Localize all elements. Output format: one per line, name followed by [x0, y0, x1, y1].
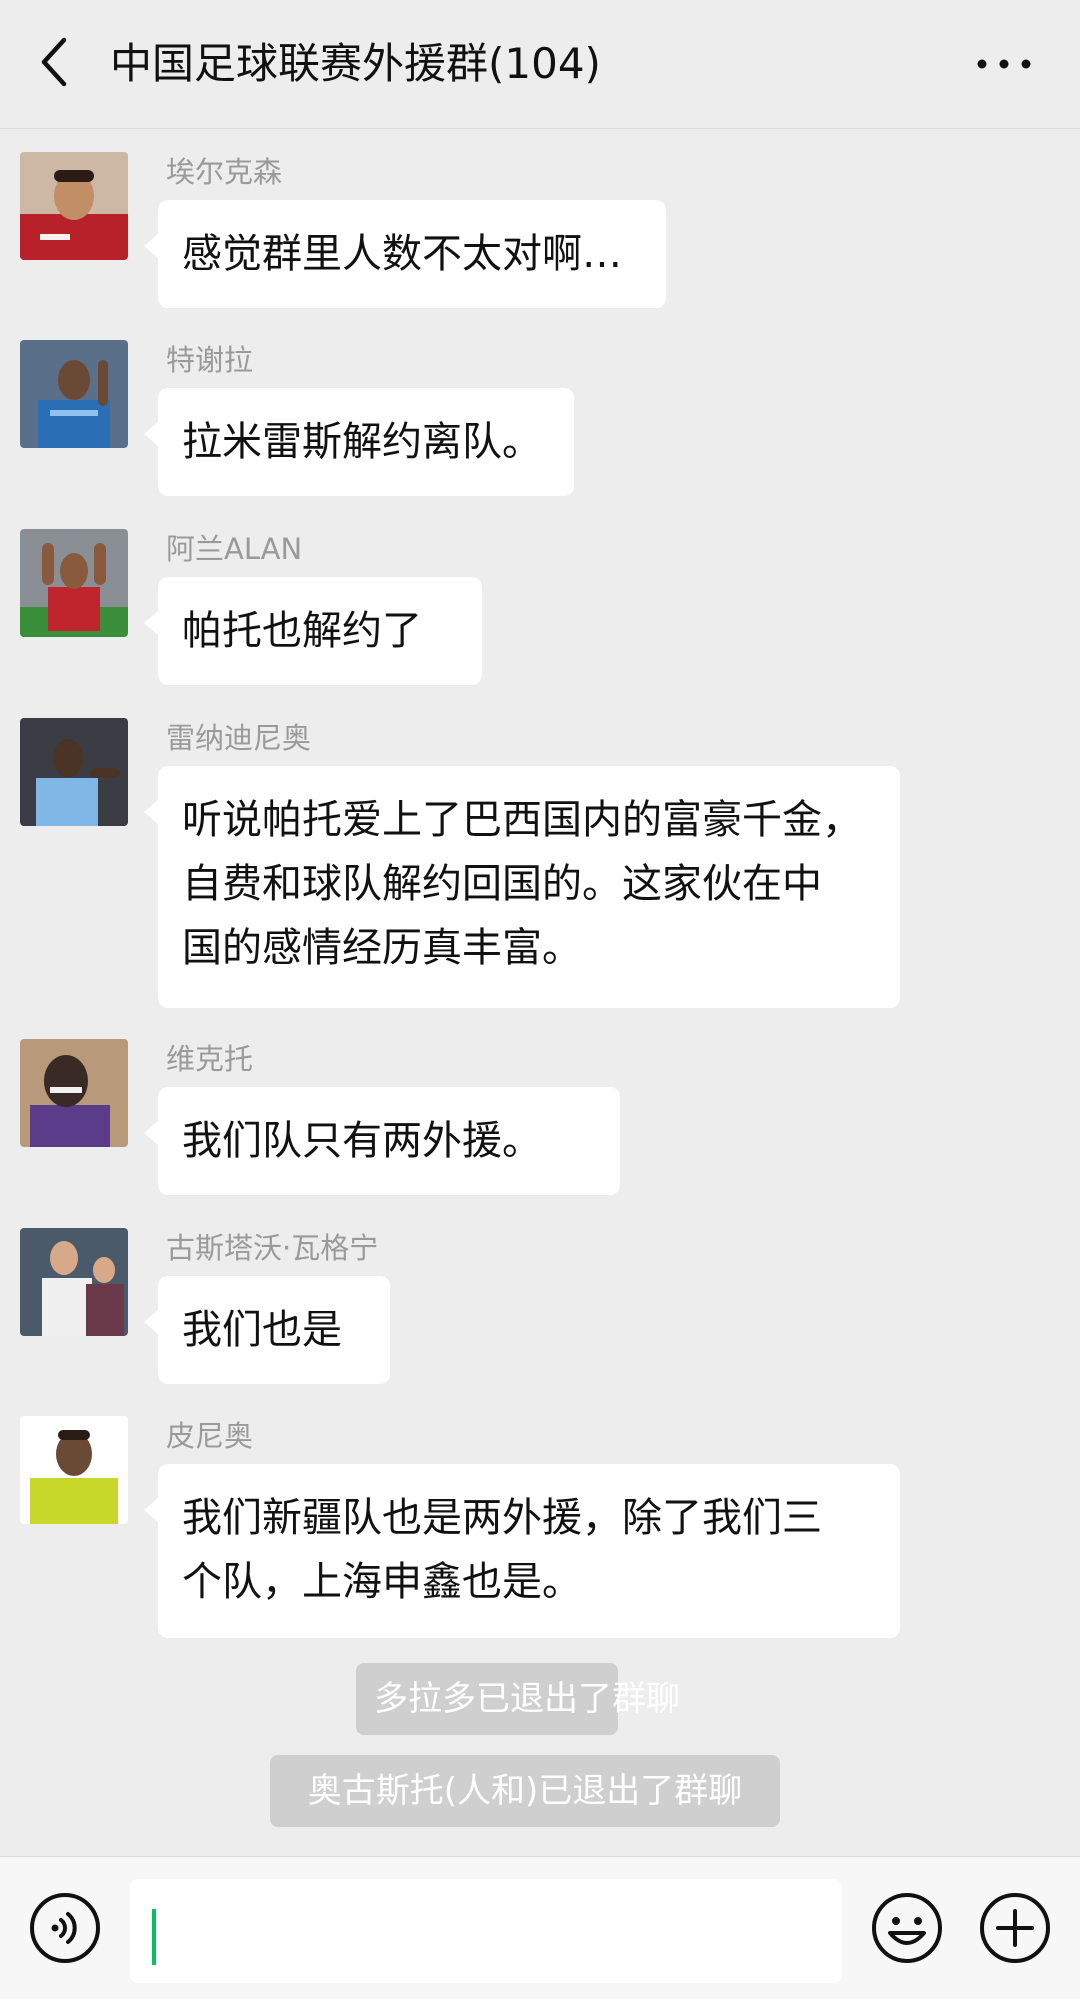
message-list[interactable]: 埃尔克森 感觉群里人数不太对啊… 特谢拉 拉米雷斯解约离队。 阿兰ALAN 帕托…: [0, 129, 1080, 1854]
avatar[interactable]: [20, 152, 128, 260]
message-text-line: 听说帕托爱上了巴西国内的富豪千金，: [182, 797, 862, 843]
message-bubble[interactable]: 听说帕托爱上了巴西国内的富豪千金， 自费和球队解约回国的。这家伙在中 国的感情经…: [144, 766, 900, 1008]
sender-name: 皮尼奥: [166, 1419, 254, 1453]
plus-icon[interactable]: [978, 1891, 1052, 1965]
sender-name: 维克托: [166, 1042, 254, 1076]
avatar[interactable]: [20, 1228, 128, 1336]
message-text-line: 自费和球队解约回国的。这家伙在中: [182, 861, 822, 907]
sender-name: 特谢拉: [166, 343, 254, 377]
message-text: 感觉群里人数不太对啊…: [182, 231, 622, 277]
chat-title: 中国足球联赛外援群(104): [110, 39, 601, 88]
system-message: 多拉多已退出了群聊: [356, 1663, 680, 1735]
message-text-line: 我们新疆队也是两外援，除了我们三: [182, 1495, 822, 1541]
input-bar: [0, 1856, 1080, 1999]
message-bubble[interactable]: 我们队只有两外援。: [144, 1087, 620, 1195]
more-dots-icon[interactable]: [974, 46, 1034, 82]
avatar[interactable]: [20, 529, 128, 637]
avatar[interactable]: [20, 1039, 128, 1147]
message-bubble[interactable]: 帕托也解约了: [144, 577, 482, 685]
message-text: 我们队只有两外援。: [182, 1118, 542, 1164]
message-input[interactable]: [130, 1879, 842, 1983]
sender-name: 古斯塔沃·瓦格宁: [166, 1231, 379, 1265]
message-text: 帕托也解约了: [182, 608, 422, 654]
system-message: 奥古斯托(人和)已退出了群聊: [270, 1755, 780, 1827]
message-bubble[interactable]: 我们也是: [144, 1276, 390, 1384]
avatar[interactable]: [20, 718, 128, 826]
message-text: 拉米雷斯解约离队。: [182, 419, 542, 465]
message-text-line: 国的感情经历真丰富。: [182, 925, 582, 971]
emoji-icon[interactable]: [870, 1891, 944, 1965]
message-bubble[interactable]: 我们新疆队也是两外援，除了我们三 个队，上海申鑫也是。: [144, 1464, 900, 1638]
sender-name: 雷纳迪尼奥: [166, 721, 312, 755]
chat-header: 中国足球联赛外援群(104): [0, 0, 1080, 129]
avatar[interactable]: [20, 340, 128, 448]
message-text: 我们也是: [182, 1307, 342, 1353]
sender-name: 埃尔克森: [166, 155, 283, 189]
message-bubble[interactable]: 感觉群里人数不太对啊…: [144, 200, 666, 308]
avatar[interactable]: [20, 1416, 128, 1524]
message-text-line: 个队，上海申鑫也是。: [182, 1559, 582, 1605]
message-bubble[interactable]: 拉米雷斯解约离队。: [144, 388, 574, 496]
sender-name: 阿兰ALAN: [166, 532, 303, 566]
chevron-left-icon[interactable]: [34, 34, 74, 90]
voice-icon[interactable]: [28, 1891, 102, 1965]
text-cursor: [152, 1909, 156, 1965]
